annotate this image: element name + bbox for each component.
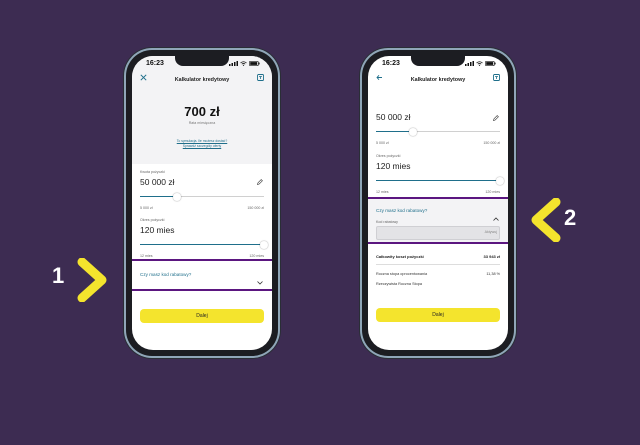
- chevron-left-marker-icon: [531, 198, 561, 242]
- offer-link-2[interactable]: Sprawdź szczegóły oferty: [132, 144, 272, 148]
- promo-apply-button[interactable]: Aktywuj: [485, 230, 497, 234]
- amount-max: 150 000 zł: [483, 141, 500, 145]
- highlight-line-bottom: [368, 242, 508, 244]
- signal-icon: [229, 60, 238, 66]
- total-cost-label: Całkowity koszt pożyczki: [376, 254, 424, 259]
- period-max: 120 mies: [485, 190, 500, 194]
- calculator-icon[interactable]: [257, 74, 264, 83]
- highlight-line-top: [132, 259, 272, 261]
- status-time: 16:23: [382, 59, 400, 67]
- pencil-icon[interactable]: [493, 108, 499, 126]
- battery-icon: [485, 60, 496, 66]
- amount-max: 150 000 zł: [247, 206, 264, 210]
- period-slider-fill: [140, 244, 264, 246]
- promo-code-input[interactable]: [376, 226, 500, 240]
- close-icon[interactable]: [140, 74, 147, 83]
- rate-value: 11,38 %: [486, 272, 500, 276]
- status-icons: [465, 60, 496, 66]
- monthly-payment: 700 zł: [184, 104, 220, 119]
- amount-slider-fill: [376, 131, 414, 133]
- wifi-icon: [476, 60, 483, 66]
- app-header: Kalkulator kredytowy: [132, 70, 272, 90]
- period-value: 120 mies: [140, 225, 175, 235]
- amount-value: 50 000 zł: [140, 177, 175, 187]
- next-button[interactable]: Dalej: [140, 309, 264, 323]
- amount-value: 50 000 zł: [376, 112, 411, 122]
- period-label: Okres pożyczki: [140, 218, 165, 222]
- phone-right-screen: 16:23 Kalkulator kredytowy 50 000 zł 5 0…: [368, 56, 508, 350]
- step-number-2: 2: [564, 205, 577, 230]
- offer-link[interactable]: To symulacja. Ile możesz dostać?: [132, 139, 272, 143]
- period-slider-thumb[interactable]: [260, 240, 268, 249]
- back-arrow-icon[interactable]: [376, 74, 383, 83]
- rate-label: Roczna stopa oprocentowania: [376, 272, 428, 276]
- signal-icon: [465, 60, 474, 66]
- total-cost-value: 33 943 zł: [483, 254, 500, 259]
- rrso-label: Rzeczywista Roczna Stopa: [376, 282, 423, 286]
- page-title: Kalkulator kredytowy: [174, 77, 230, 83]
- app-header: Kalkulator kredytowy: [368, 70, 508, 90]
- amount-min: 5 000 zł: [376, 141, 389, 145]
- status-icons: [229, 60, 260, 66]
- promo-code-question[interactable]: Czy masz kod rabatowy?: [376, 208, 427, 213]
- amount-slider-thumb[interactable]: [409, 127, 418, 136]
- chevron-up-icon[interactable]: [493, 208, 499, 226]
- period-min: 12 mies: [376, 190, 389, 194]
- promo-field-label: Kod rabatowy: [376, 220, 398, 224]
- promo-code-question[interactable]: Czy masz kod rabatowy?: [140, 272, 191, 277]
- phone-left: 16:23 Kalkulator kredytowy 700 zł Rata m…: [126, 50, 278, 356]
- period-slider-thumb[interactable]: [496, 176, 504, 185]
- next-button[interactable]: Dalej: [376, 308, 500, 322]
- amount-slider-thumb[interactable]: [173, 192, 182, 201]
- phone-right: 16:23 Kalkulator kredytowy 50 000 zł 5 0…: [362, 50, 514, 356]
- battery-icon: [249, 60, 260, 66]
- divider: [376, 264, 500, 265]
- period-max: 120 mies: [249, 254, 264, 258]
- highlight-line-bottom: [132, 289, 272, 291]
- payment-caption: Rata miesięczna: [188, 121, 216, 125]
- amount-min: 5 000 zł: [140, 206, 153, 210]
- amount-slider-fill: [140, 196, 178, 198]
- pencil-icon[interactable]: [257, 172, 263, 190]
- period-value: 120 mies: [376, 161, 411, 171]
- amount-label: Kwota pożyczki: [140, 170, 165, 174]
- chevron-down-icon[interactable]: [257, 272, 263, 290]
- status-bar: 16:23: [368, 56, 508, 70]
- period-label: Okres pożyczki: [376, 154, 401, 158]
- wifi-icon: [240, 60, 247, 66]
- page-title: Kalkulator kredytowy: [410, 77, 466, 83]
- phone-left-screen: 16:23 Kalkulator kredytowy 700 zł Rata m…: [132, 56, 272, 350]
- status-bar: 16:23: [132, 56, 272, 70]
- chevron-right-marker-icon: [77, 258, 107, 302]
- status-time: 16:23: [146, 59, 164, 67]
- period-min: 12 mies: [140, 254, 153, 258]
- period-slider-fill: [376, 180, 500, 182]
- calculator-icon[interactable]: [493, 74, 500, 83]
- step-number-1: 1: [52, 263, 65, 288]
